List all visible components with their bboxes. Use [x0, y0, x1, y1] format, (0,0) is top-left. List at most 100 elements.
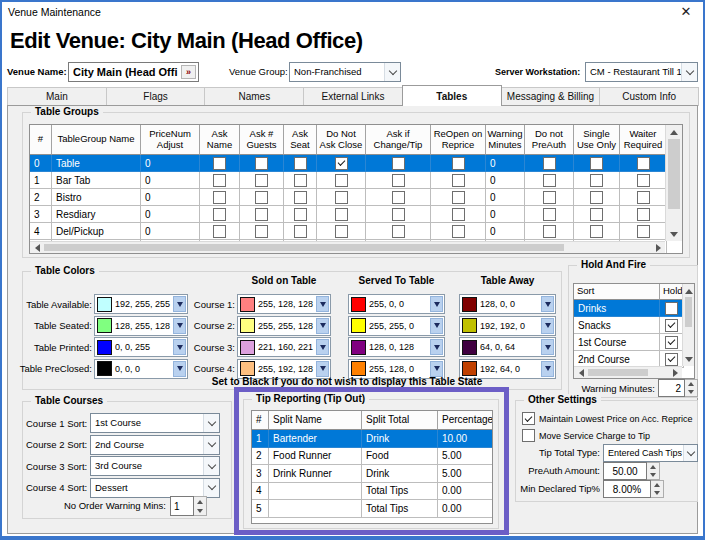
tab-main[interactable]: Main [7, 87, 107, 106]
grid-checkbox[interactable] [590, 225, 603, 238]
chevron-down-icon[interactable] [683, 445, 697, 461]
expand-button[interactable]: » [181, 65, 196, 79]
hold-checkbox[interactable] [665, 353, 678, 366]
horizontal-scrollbar[interactable] [30, 241, 665, 253]
grid-checkbox[interactable] [392, 191, 405, 204]
hold-checkbox[interactable] [665, 336, 678, 349]
grid-checkbox[interactable] [543, 157, 556, 170]
grid-checkbox[interactable] [452, 208, 465, 221]
table-group-row[interactable]: 0Table00 [30, 155, 682, 172]
color-dropdown[interactable]: 128, 0, 128 [348, 337, 445, 357]
grid-checkbox[interactable] [637, 174, 650, 187]
hold-checkbox[interactable] [665, 302, 678, 315]
grid-checkbox[interactable] [255, 191, 268, 204]
grid-checkbox[interactable] [590, 191, 603, 204]
hold-fire-row[interactable]: 1st Course [574, 334, 694, 351]
grid-checkbox[interactable] [294, 225, 307, 238]
scroll-up-arrow[interactable] [666, 125, 682, 139]
grid-checkbox[interactable] [335, 157, 348, 170]
column-header[interactable]: TableGroup Name [52, 125, 141, 155]
grid-checkbox[interactable] [335, 191, 348, 204]
scroll-up-arrow[interactable] [683, 284, 694, 298]
course-sort-select[interactable]: 3rd Course [90, 456, 220, 476]
grid-checkbox[interactable] [452, 157, 465, 170]
column-header[interactable]: Ask # Guests [240, 125, 284, 155]
column-header[interactable]: Hold [660, 284, 684, 300]
grid-checkbox[interactable] [637, 157, 650, 170]
spinner-buttons[interactable] [651, 480, 664, 498]
grid-checkbox[interactable] [294, 174, 307, 187]
grid-checkbox[interactable] [637, 208, 650, 221]
venue-name-input[interactable]: City Main (Head Offi » [68, 62, 199, 82]
grid-checkbox[interactable] [213, 225, 226, 238]
tab-flags[interactable]: Flags [106, 87, 206, 106]
chevron-down-icon[interactable] [316, 296, 329, 312]
preauth-amount-stepper[interactable]: 50.00 [603, 462, 660, 480]
chevron-down-icon[interactable] [430, 318, 443, 334]
chevron-down-icon[interactable] [203, 457, 219, 475]
chevron-down-icon[interactable] [316, 318, 329, 334]
grid-checkbox[interactable] [452, 225, 465, 238]
scroll-down-arrow[interactable] [683, 352, 694, 366]
tab-tables[interactable]: Tables [402, 85, 502, 106]
grid-checkbox[interactable] [335, 208, 348, 221]
color-dropdown[interactable]: 128, 255, 128 [94, 316, 188, 336]
color-dropdown[interactable]: 192, 192, 0 [459, 316, 556, 336]
grid-checkbox[interactable] [335, 174, 348, 187]
maintain-lowest-price-checkbox-row[interactable]: Maintain Lowest Price on Acc. Reprice [522, 412, 693, 425]
column-header[interactable]: Ask Seat [284, 125, 317, 155]
no-order-warning-stepper[interactable]: 1 [170, 496, 207, 516]
grid-checkbox[interactable] [294, 191, 307, 204]
grid-checkbox[interactable] [392, 225, 405, 238]
grid-checkbox[interactable] [637, 191, 650, 204]
color-dropdown[interactable]: 255, 128, 128 [237, 294, 331, 314]
spinner-buttons[interactable] [685, 379, 698, 397]
grid-checkbox[interactable] [255, 225, 268, 238]
tab-custom-info[interactable]: Custom Info [599, 87, 699, 106]
server-workstation-select[interactable]: CM - Restaurant Till 1 [585, 62, 698, 82]
grid-checkbox[interactable] [255, 208, 268, 221]
scrollbar-thumb[interactable] [44, 244, 564, 251]
grid-checkbox[interactable] [294, 157, 307, 170]
move-service-charge-checkbox-row[interactable]: Move Service Charge to Tip [522, 429, 650, 442]
grid-checkbox[interactable] [452, 174, 465, 187]
chevron-down-icon[interactable] [316, 339, 329, 355]
maintain-lowest-price-checkbox[interactable] [522, 412, 535, 425]
chevron-down-icon[interactable] [173, 318, 186, 334]
scroll-right-arrow[interactable] [651, 242, 665, 253]
chevron-down-icon[interactable] [173, 361, 186, 377]
tab-external-links[interactable]: External Links [303, 87, 403, 106]
table-group-row[interactable]: 1Bar Tab00 [30, 172, 682, 189]
chevron-down-icon[interactable] [203, 414, 219, 432]
chevron-down-icon[interactable] [430, 339, 443, 355]
table-group-row[interactable]: 2Bistro00 [30, 189, 682, 206]
chevron-down-icon[interactable] [173, 339, 186, 355]
grid-checkbox[interactable] [590, 174, 603, 187]
vertical-scrollbar[interactable] [682, 284, 694, 366]
chevron-down-icon[interactable] [541, 339, 554, 355]
color-dropdown[interactable]: 64, 0, 64 [459, 337, 556, 357]
scroll-left-arrow[interactable] [30, 242, 44, 253]
scroll-right-arrow[interactable] [668, 367, 682, 378]
column-header[interactable]: Waiter Required [620, 125, 667, 155]
column-header[interactable]: Warning Minutes [486, 125, 525, 155]
venue-group-select[interactable]: Non-Franchised [289, 62, 401, 82]
column-header[interactable]: PriceNum Adjust [141, 125, 200, 155]
warning-minutes-stepper[interactable]: 2 [658, 379, 698, 397]
grid-checkbox[interactable] [543, 174, 556, 187]
grid-checkbox[interactable] [392, 174, 405, 187]
grid-checkbox[interactable] [590, 157, 603, 170]
grid-checkbox[interactable] [543, 191, 556, 204]
grid-checkbox[interactable] [294, 208, 307, 221]
hold-checkbox[interactable] [665, 319, 678, 332]
grid-checkbox[interactable] [255, 157, 268, 170]
grid-checkbox[interactable] [255, 174, 268, 187]
color-dropdown[interactable]: 0, 0, 255 [94, 337, 188, 357]
chevron-down-icon[interactable] [430, 361, 443, 377]
scroll-down-arrow[interactable] [666, 227, 682, 241]
color-dropdown[interactable]: 255, 255, 0 [348, 316, 445, 336]
column-header[interactable]: Ask Name [200, 125, 240, 155]
vertical-scrollbar[interactable] [665, 125, 682, 241]
column-header[interactable]: ReOpen on Reprice [431, 125, 486, 155]
table-group-row[interactable]: 3Resdiary00 [30, 206, 682, 223]
